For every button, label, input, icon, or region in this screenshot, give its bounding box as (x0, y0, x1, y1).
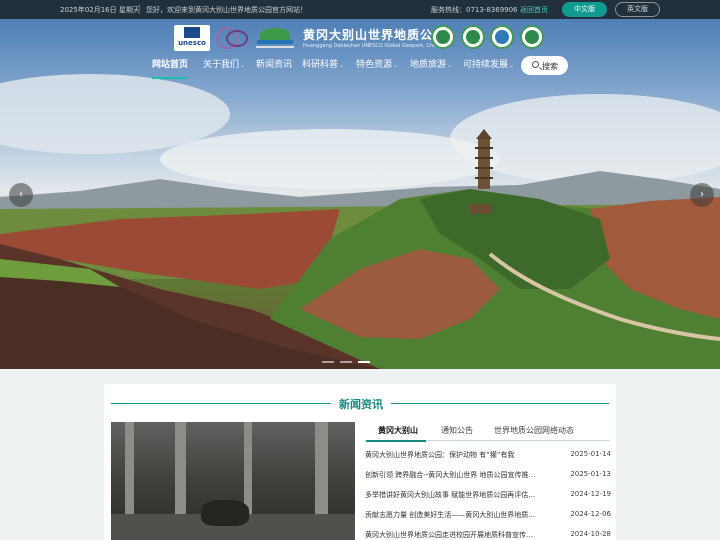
carousel-dot[interactable] (340, 361, 352, 363)
current-date: 2025年02月16日 星期天 (60, 6, 140, 14)
nav-item-label: 网站首页 (152, 60, 189, 70)
ring-icon (226, 30, 248, 47)
site-title: 黄冈大别山世界地质公园 (303, 28, 447, 42)
badge-icon (431, 25, 455, 49)
emblem-caption-strip (256, 46, 294, 48)
nav-item-1[interactable]: 网站首页 (152, 57, 189, 79)
wave-icon (257, 40, 293, 44)
return-home-link[interactable]: 返回首页 (520, 5, 548, 15)
search-label: 搜索 (542, 62, 558, 71)
chinese-version-button[interactable]: 中文版 (562, 2, 607, 17)
search-icon (532, 61, 539, 68)
news-title[interactable]: 黄冈大别山世界地质公园走进校园开展地质科普宣传… (365, 530, 561, 540)
badge-icon (490, 25, 514, 49)
nav-item-6[interactable]: 地质旅游⌄ (410, 57, 452, 79)
chevron-down-icon: ⌄ (393, 62, 399, 69)
badge-icon (461, 25, 485, 49)
chevron-down-icon: ⌄ (240, 62, 246, 69)
nav-item-7[interactable]: 可持续发展⌄ (463, 57, 514, 79)
top-bar: 2025年02月16日 星期天 您好，欢迎来到黄冈大别山世界地质公园官方网站！ … (0, 0, 720, 19)
nav-item-label: 科研科普 (302, 60, 339, 70)
heading-rule-left (111, 403, 331, 404)
news-tabs: 黄冈大别山 通知公告 世界地质公园网络动态 (366, 421, 610, 441)
nav-item-4[interactable]: 科研科普⌄ (302, 57, 344, 79)
active-tab-indicator (366, 440, 426, 442)
nav-item-label: 新闻资讯 (256, 60, 293, 70)
news-date: 2025-01-13 (570, 470, 611, 478)
news-title[interactable]: 贡献志愿力量 创造美好生活——黄冈大别山世界地质… (365, 510, 561, 520)
header-logos: unesco 黄冈大别山世界地质公园 Huanggang Dabieshan U… (174, 25, 554, 55)
nav-item-label: 地质旅游 (410, 60, 447, 70)
news-tab-3[interactable]: 世界地质公园网络动态 (494, 425, 574, 436)
list-item[interactable]: 创新引领 跨界融合--黄冈大别山世界 地质公园宣传推… 2025-01-13 (365, 468, 611, 487)
list-item[interactable]: 黄冈大别山世界地质公园走进校园开展地质科普宣传… 2024-10-28 (365, 528, 611, 540)
news-date: 2024-10-28 (570, 530, 611, 538)
nav-item-3[interactable]: 新闻资讯 (256, 57, 292, 79)
service-hotline: 服务热线：0713-8369906 (431, 6, 518, 14)
news-date: 2025-01-14 (570, 450, 611, 458)
heading-rule-right (391, 403, 609, 404)
site-title-english: Huanggang Dabieshan UNESCO Global Geopar… (303, 43, 441, 49)
news-feature-photo[interactable] (111, 422, 355, 540)
carousel-dot[interactable] (322, 361, 334, 363)
badger-silhouette (201, 500, 249, 526)
news-date: 2024-12-19 (570, 490, 611, 498)
news-tab-1[interactable]: 黄冈大别山 (378, 425, 418, 436)
search-button[interactable]: 搜索 (521, 56, 568, 75)
nav-item-label: 特色资源 (356, 60, 393, 70)
carousel-dot[interactable] (358, 361, 370, 363)
section-heading: 新闻资讯 (339, 398, 383, 411)
news-date: 2024-12-06 (570, 510, 611, 518)
unesco-logo[interactable]: unesco (174, 25, 210, 51)
carousel-next-button[interactable]: › (690, 183, 714, 207)
hero-banner: unesco 黄冈大别山世界地质公园 Huanggang Dabieshan U… (0, 19, 720, 369)
news-title[interactable]: 多举措讲好黄冈大别山故事 赋能世界地质公园再评估… (365, 490, 561, 500)
divider (139, 4, 140, 14)
mountain-icon (260, 28, 290, 40)
news-title[interactable]: 创新引领 跨界融合--黄冈大别山世界 地质公园宣传推… (365, 470, 561, 480)
chevron-down-icon: ⌄ (447, 62, 453, 69)
carousel-prev-button[interactable]: ‹ (9, 183, 33, 207)
global-geopark-logo[interactable] (214, 25, 250, 51)
list-item[interactable]: 多举措讲好黄冈大别山故事 赋能世界地质公园再评估… 2024-12-19 (365, 488, 611, 507)
geopark-emblem[interactable] (254, 25, 296, 51)
chevron-down-icon: ⌄ (339, 62, 345, 69)
welcome-text: 您好，欢迎来到黄冈大别山世界地质公园官方网站！ (146, 6, 307, 14)
nav-item-label: 可持续发展 (463, 60, 509, 70)
news-title[interactable]: 黄冈大别山世界地质公园：保护动物 有“獾”有我 (365, 450, 561, 460)
nav-item-5[interactable]: 特色资源⌄ (356, 57, 398, 79)
english-version-button[interactable]: 英文版 (615, 2, 660, 17)
news-tab-2[interactable]: 通知公告 (441, 425, 473, 436)
temple-icon (184, 27, 200, 38)
badge-icon (520, 25, 544, 49)
nav-item-2[interactable]: 关于我们⌄ (203, 57, 245, 79)
chevron-down-icon: ⌄ (509, 62, 515, 69)
news-section: 新闻资讯 黄冈大别山 通知公告 世界地质公园网络动态 黄冈大别山世界地质公园：保护动… (104, 384, 616, 540)
list-item[interactable]: 黄冈大别山世界地质公园：保护动物 有“獾”有我 2025-01-14 (365, 448, 611, 467)
unesco-wordmark: unesco (178, 39, 206, 47)
list-item[interactable]: 贡献志愿力量 创造美好生活——黄冈大别山世界地质… 2024-12-06 (365, 508, 611, 527)
nav-item-label: 关于我们 (203, 60, 240, 70)
